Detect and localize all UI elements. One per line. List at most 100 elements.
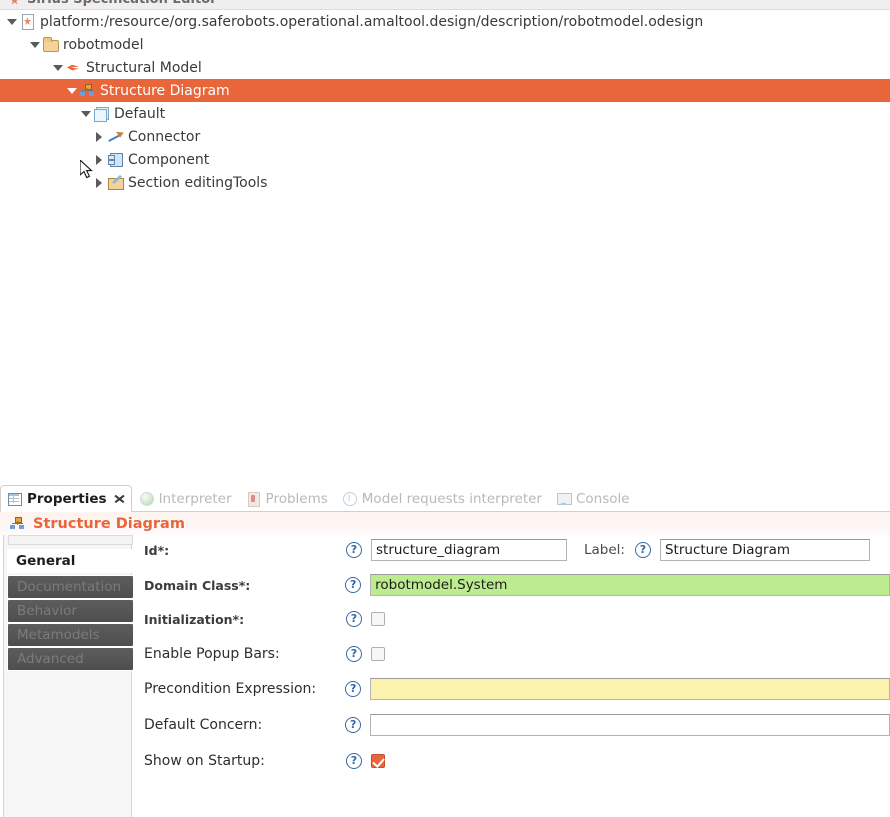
- collapse-twisty-icon[interactable]: [92, 148, 107, 171]
- window-title: Sirius Specification Editor: [27, 0, 217, 7]
- sirius-star-icon: [8, 0, 22, 7]
- tree-item-structural-model[interactable]: Structural Model: [0, 56, 890, 79]
- default-concern-input[interactable]: [370, 714, 890, 736]
- properties-side-tabs[interactable]: General Documentation Behavior Metamodel…: [3, 535, 134, 817]
- field-row-initialization: Initialization*: ?: [133, 604, 890, 634]
- field-row-precondition-expression: Precondition Expression: ?: [133, 674, 890, 704]
- help-icon[interactable]: ?: [346, 646, 362, 662]
- side-tab-label: Metamodels: [17, 627, 100, 643]
- help-icon[interactable]: ?: [346, 753, 362, 769]
- side-tab-general[interactable]: General: [7, 549, 134, 573]
- close-icon[interactable]: [114, 493, 125, 504]
- layer-icon: [93, 105, 110, 122]
- folder-icon: [42, 36, 59, 53]
- side-tab-label: Documentation: [17, 579, 122, 595]
- expand-twisty-icon[interactable]: [4, 10, 19, 33]
- help-icon[interactable]: ?: [345, 681, 362, 697]
- tab-problems[interactable]: Problems: [239, 486, 335, 511]
- side-tab-behavior[interactable]: Behavior: [7, 599, 134, 623]
- field-label-label: Label:: [584, 542, 625, 558]
- model-explorer-tree[interactable]: platform:/resource/org.saferobots.operat…: [0, 10, 890, 478]
- tree-item-robotmodel[interactable]: robotmodel: [0, 33, 890, 56]
- help-icon[interactable]: ?: [345, 577, 362, 593]
- odesign-file-icon: [19, 13, 36, 30]
- field-row-enable-popup-bars: Enable Popup Bars: ?: [133, 639, 890, 669]
- show-on-startup-checkbox[interactable]: [371, 754, 385, 768]
- tree-item-structure-diagram[interactable]: Structure Diagram: [0, 79, 890, 102]
- viewpoint-burst-icon: [65, 59, 82, 76]
- tab-model-requests-interpreter[interactable]: Model requests interpreter: [335, 486, 549, 511]
- tab-label: Properties: [27, 490, 107, 507]
- side-tab-label: Behavior: [17, 603, 77, 619]
- tab-console[interactable]: Console: [549, 486, 637, 511]
- console-icon: [556, 491, 572, 506]
- properties-icon: [7, 491, 22, 506]
- domain-class-input[interactable]: robotmodel.System: [370, 574, 890, 596]
- expand-twisty-icon[interactable]: [64, 79, 79, 102]
- side-tab-label: Advanced: [17, 651, 84, 667]
- field-row-domain-class: Domain Class*: ? robotmodel.System: [133, 570, 890, 600]
- field-label-id: Id*:: [144, 542, 170, 558]
- tree-item-connector[interactable]: Connector: [0, 125, 890, 148]
- diagram-icon: [9, 515, 26, 532]
- side-tab-metamodels[interactable]: Metamodels: [7, 623, 134, 647]
- tree-item-label: Component: [128, 151, 210, 168]
- tree-item-label: robotmodel: [63, 36, 144, 53]
- side-tab-advanced[interactable]: Advanced: [7, 647, 134, 671]
- help-icon[interactable]: ?: [345, 717, 362, 733]
- interpreter-icon: [139, 491, 154, 506]
- id-input[interactable]: structure_diagram: [371, 539, 567, 561]
- expand-twisty-icon[interactable]: [50, 56, 65, 79]
- field-row-default-concern: Default Concern: ?: [133, 710, 890, 740]
- tab-label: Console: [575, 490, 630, 507]
- page-title: Structure Diagram: [33, 515, 185, 532]
- field-label-domain-class: Domain Class*:: [144, 577, 251, 593]
- enable-popup-bars-checkbox[interactable]: [371, 647, 385, 661]
- tab-interpreter[interactable]: Interpreter: [132, 486, 239, 511]
- field-label-default-concern: Default Concern:: [144, 717, 263, 733]
- connector-icon: [107, 128, 124, 145]
- precondition-expression-input[interactable]: [370, 678, 890, 700]
- tree-item-label: Structural Model: [86, 59, 202, 76]
- properties-header: Structure Diagram: [0, 512, 890, 535]
- tree-item-label: Section editingTools: [128, 174, 268, 191]
- field-row-id: Id*: ? structure_diagram Label: ? Struct…: [133, 535, 890, 565]
- expand-twisty-icon[interactable]: [27, 33, 42, 56]
- properties-panel: Properties Interpreter Problems Model re…: [0, 478, 890, 817]
- help-icon[interactable]: ?: [346, 542, 362, 558]
- collapse-twisty-icon[interactable]: [92, 171, 107, 194]
- component-icon: [107, 151, 124, 168]
- problems-icon: [246, 491, 261, 507]
- tree-item-odesign-root[interactable]: platform:/resource/org.saferobots.operat…: [0, 10, 890, 33]
- info-icon: [342, 491, 357, 506]
- field-row-show-on-startup: Show on Startup: ?: [133, 746, 890, 776]
- tree-item-label: Structure Diagram: [100, 82, 230, 99]
- initialization-checkbox[interactable]: [371, 612, 385, 626]
- collapse-twisty-icon[interactable]: [92, 125, 107, 148]
- tree-item-component[interactable]: Component: [0, 148, 890, 171]
- view-tab-bar[interactable]: Properties Interpreter Problems Model re…: [0, 485, 890, 512]
- tab-properties[interactable]: Properties: [0, 485, 132, 512]
- tree-item-label: Default: [114, 105, 166, 122]
- tree-item-section-editing-tools[interactable]: Section editingTools: [0, 171, 890, 194]
- properties-fields: Id*: ? structure_diagram Label: ? Struct…: [133, 535, 890, 817]
- field-label-precondition-expression: Precondition Expression:: [144, 681, 317, 697]
- expand-twisty-icon[interactable]: [78, 102, 93, 125]
- field-label-enable-popup-bars: Enable Popup Bars:: [144, 646, 280, 662]
- side-tab-documentation[interactable]: Documentation: [7, 575, 134, 599]
- tab-label: Problems: [265, 490, 328, 507]
- side-tab-label: General: [16, 553, 76, 569]
- field-label-initialization: Initialization*:: [144, 611, 245, 627]
- help-icon[interactable]: ?: [634, 542, 651, 558]
- field-label-show-on-startup: Show on Startup:: [144, 753, 265, 769]
- window-title-bar: Sirius Specification Editor: [0, 0, 890, 10]
- tree-item-label: platform:/resource/org.saferobots.operat…: [40, 13, 704, 30]
- diagram-icon: [79, 82, 96, 99]
- tree-item-default-layer[interactable]: Default: [0, 102, 890, 125]
- side-tabs-scroll-cap[interactable]: [8, 535, 133, 545]
- tab-label: Model requests interpreter: [361, 490, 542, 507]
- tree-item-label: Connector: [128, 128, 201, 145]
- help-icon[interactable]: ?: [346, 611, 362, 627]
- tab-label: Interpreter: [158, 490, 232, 507]
- label-input[interactable]: Structure Diagram: [659, 539, 870, 561]
